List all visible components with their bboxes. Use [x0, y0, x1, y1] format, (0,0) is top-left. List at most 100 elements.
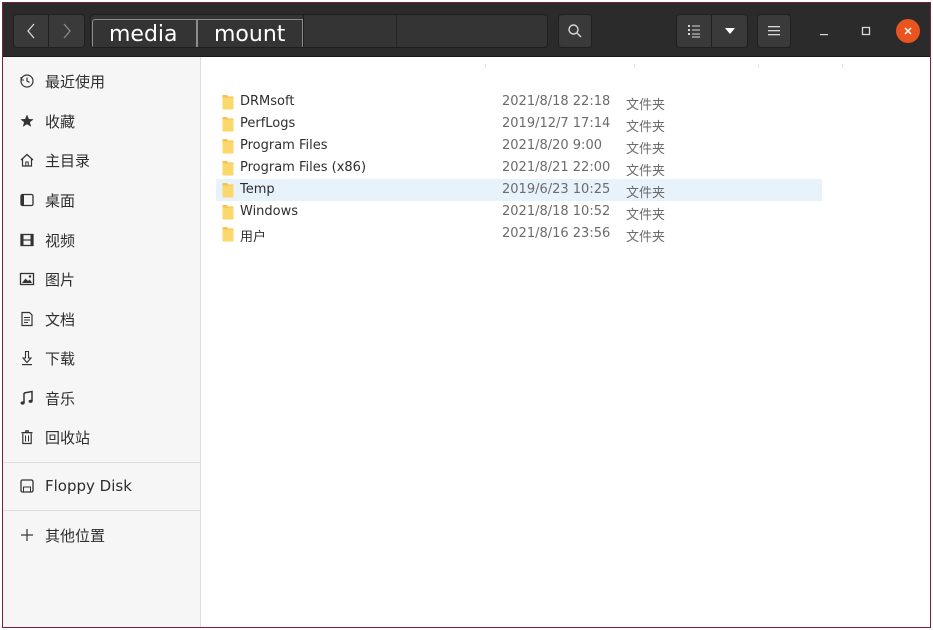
header-bar: media mount: [3, 3, 930, 57]
sidebar-item-videos[interactable]: 视频: [3, 222, 201, 258]
back-button[interactable]: [13, 14, 49, 48]
folder-icon: [222, 205, 234, 220]
sidebar-item-label: 主目录: [45, 151, 91, 170]
path-bar-empty: [303, 15, 547, 47]
file-modified: 2021/8/16 23:56: [502, 226, 611, 241]
star-icon: [18, 112, 36, 130]
sidebar-item-trash[interactable]: 回收站: [3, 419, 201, 455]
navigation-buttons: [13, 14, 85, 48]
sidebar: 最近使用 收藏 主目录 桌面 视频 图片 文档 下载 音乐 回收站 Floppy…: [3, 57, 201, 627]
sidebar-item-label: 文档: [45, 310, 76, 329]
minimize-button[interactable]: [812, 19, 836, 43]
file-modified: 2019/6/23 10:25: [502, 182, 611, 197]
sidebar-item-label: 下载: [45, 349, 76, 368]
list-view-icon: [688, 25, 700, 38]
column-divider: [758, 64, 759, 68]
file-type: 文件夹: [626, 98, 666, 113]
breadcrumb-media[interactable]: media: [92, 19, 197, 47]
file-type: 文件夹: [626, 230, 666, 245]
file-type: 文件夹: [626, 164, 666, 179]
file-modified: 2019/12/7 17:14: [502, 116, 611, 131]
maximize-button[interactable]: [854, 19, 878, 43]
music-icon: [18, 389, 36, 407]
image-icon: [18, 270, 36, 288]
sidebar-separator: [3, 510, 201, 511]
list-view-button[interactable]: [676, 14, 712, 48]
home-icon: [18, 151, 36, 169]
folder-icon: [222, 95, 234, 110]
folder-icon: [222, 227, 234, 242]
sidebar-item-label: 视频: [45, 231, 76, 250]
file-row[interactable]: Temp 2019/6/23 10:25 文件夹: [216, 179, 822, 201]
file-row[interactable]: DRMsoft 2021/8/18 22:18 文件夹: [216, 91, 822, 113]
trash-icon: [18, 428, 36, 446]
folder-icon: [222, 161, 234, 176]
sidebar-separator: [3, 462, 201, 463]
sidebar-item-pictures[interactable]: 图片: [3, 261, 201, 297]
file-row[interactable]: Program Files (x86) 2021/8/21 22:00 文件夹: [216, 157, 822, 179]
plus-icon: [18, 526, 36, 544]
breadcrumb-mount[interactable]: mount: [197, 19, 303, 47]
sidebar-item-label: 其他位置: [45, 526, 106, 545]
column-divider: [634, 64, 635, 68]
video-icon: [18, 231, 36, 249]
file-row[interactable]: Program Files 2021/8/20 9:00 文件夹: [216, 135, 822, 157]
file-name: PerfLogs: [240, 116, 296, 131]
sidebar-item-music[interactable]: 音乐: [3, 380, 201, 416]
close-icon: [904, 27, 912, 35]
sidebar-item-starred[interactable]: 收藏: [3, 103, 201, 139]
chevron-right-icon: [63, 23, 71, 39]
column-divider: [842, 64, 843, 68]
view-options-button[interactable]: [711, 14, 748, 48]
file-name: Temp: [240, 182, 275, 197]
file-row[interactable]: 用户 2021/8/16 23:56 文件夹: [216, 223, 822, 245]
hamburger-icon: [768, 26, 780, 36]
download-icon: [18, 349, 36, 367]
file-type: 文件夹: [626, 142, 666, 157]
file-modified: 2021/8/20 9:00: [502, 138, 602, 153]
search-icon: [568, 24, 582, 38]
file-type: 文件夹: [626, 208, 666, 223]
folder-icon: [222, 183, 234, 198]
file-manager-window: media mount 最近使用 收藏 主目录 桌面 视频 图片 文档 下载 音…: [2, 2, 931, 628]
sidebar-item-label: 图片: [45, 270, 76, 289]
file-name: 用户: [240, 230, 267, 245]
file-row[interactable]: Windows 2021/8/18 10:52 文件夹: [216, 201, 822, 223]
forward-button[interactable]: [48, 14, 85, 48]
desktop-icon: [18, 191, 36, 209]
sidebar-item-label: 桌面: [45, 191, 76, 210]
folder-icon: [222, 117, 234, 132]
sidebar-item-label: 收藏: [45, 112, 76, 131]
sidebar-item-home[interactable]: 主目录: [3, 142, 201, 178]
file-name: Program Files: [240, 138, 328, 153]
minimize-icon: [820, 34, 828, 36]
sidebar-item-documents[interactable]: 文档: [3, 301, 201, 337]
sidebar-item-recent[interactable]: 最近使用: [3, 63, 201, 99]
clock-icon: [18, 72, 36, 90]
file-type: 文件夹: [626, 186, 666, 201]
file-modified: 2021/8/18 10:52: [502, 204, 611, 219]
sidebar-item-label: 最近使用: [45, 72, 106, 91]
file-name: DRMsoft: [240, 94, 295, 109]
file-modified: 2021/8/18 22:18: [502, 94, 611, 109]
sidebar-item-downloads[interactable]: 下载: [3, 340, 201, 376]
chevron-left-icon: [27, 23, 35, 39]
document-icon: [18, 310, 36, 328]
menu-button[interactable]: [757, 14, 791, 48]
floppy-icon: [18, 477, 36, 495]
maximize-icon: [861, 26, 871, 36]
sidebar-item-other-locations[interactable]: 其他位置: [3, 517, 201, 553]
file-name: Windows: [240, 204, 299, 219]
file-list-view: DRMsoft 2021/8/18 22:18 文件夹 PerfLogs 2019/12…: [202, 57, 930, 627]
sidebar-item-label: 音乐: [45, 389, 76, 408]
close-button[interactable]: [896, 19, 920, 43]
file-name: Program Files (x86): [240, 160, 367, 175]
sidebar-item-floppy-disk[interactable]: Floppy Disk: [3, 468, 201, 504]
column-divider: [485, 64, 486, 68]
file-type: 文件夹: [626, 120, 666, 135]
file-row[interactable]: PerfLogs 2019/12/7 17:14 文件夹: [216, 113, 822, 135]
sidebar-item-label: 回收站: [45, 428, 91, 447]
sidebar-item-desktop[interactable]: 桌面: [3, 182, 201, 218]
search-button[interactable]: [558, 14, 592, 48]
caret-down-icon: [724, 28, 735, 34]
